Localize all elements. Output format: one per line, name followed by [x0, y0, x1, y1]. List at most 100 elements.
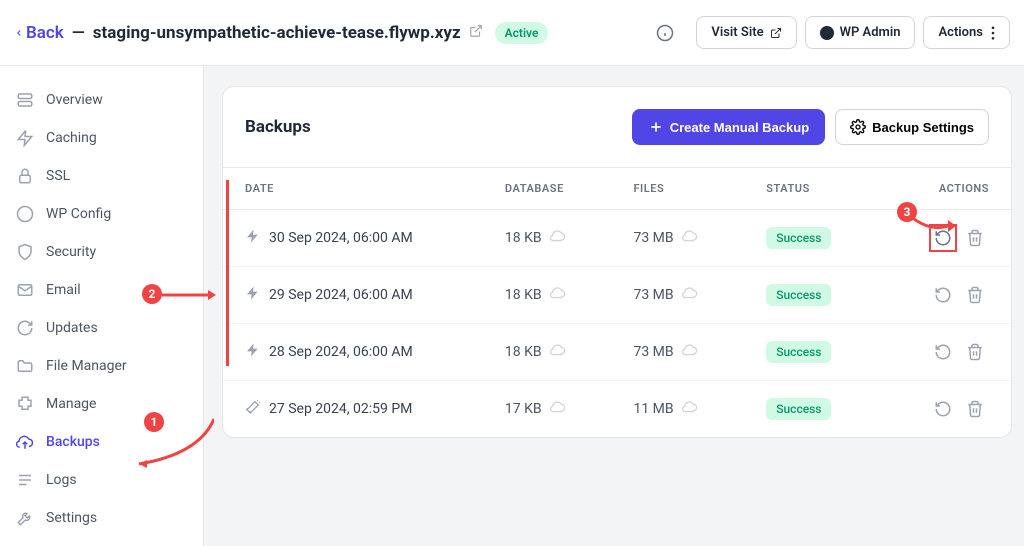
refresh-icon	[16, 319, 34, 337]
sidebar-item-label: Logs	[46, 472, 77, 488]
shield-icon	[16, 243, 34, 261]
sidebar-item-wp-config[interactable]: WP Config	[0, 195, 203, 233]
annotation-line	[226, 180, 229, 366]
download-icon[interactable]	[542, 228, 566, 248]
backup-type-icon	[245, 342, 269, 362]
kebab-icon	[991, 26, 995, 40]
download-icon[interactable]	[542, 285, 566, 305]
delete-button[interactable]	[961, 395, 989, 423]
restore-button[interactable]	[929, 338, 957, 366]
visit-site-button[interactable]: Visit Site	[696, 16, 796, 49]
table-row: 29 Sep 2024, 06:00 AM 18 KB 73 MB Success	[223, 267, 1011, 324]
backups-table: DATE DATABASE FILES STATUS ACTIONS 30 Se…	[223, 167, 1011, 437]
files-size: 73 MB	[633, 287, 673, 303]
status-badge: Active	[495, 22, 549, 44]
sidebar-item-label: SSL	[46, 168, 70, 184]
restore-button[interactable]	[929, 395, 957, 423]
db-size: 18 KB	[505, 230, 542, 246]
col-files: FILES	[611, 168, 744, 210]
status-badge: Success	[766, 398, 831, 420]
separator: —	[72, 23, 85, 43]
col-status: STATUS	[744, 168, 878, 210]
backup-date: 30 Sep 2024, 06:00 AM	[269, 230, 413, 246]
table-row: 27 Sep 2024, 02:59 PM 17 KB 11 MB Success	[223, 381, 1011, 438]
site-title: staging-unsympathetic-achieve-tease.flyw…	[93, 23, 461, 43]
db-size: 18 KB	[505, 344, 542, 360]
plus-icon	[648, 119, 664, 135]
sidebar-item-backups[interactable]: Backups	[0, 423, 203, 461]
backup-date: 28 Sep 2024, 06:00 AM	[269, 344, 413, 360]
back-button[interactable]: Back	[14, 23, 64, 43]
puzzle-icon	[16, 395, 34, 413]
sidebar-item-label: Manage	[46, 396, 96, 412]
lightning-icon	[16, 129, 34, 147]
download-icon[interactable]	[542, 342, 566, 362]
sidebar: Overview Caching SSL WP Config Security …	[0, 66, 204, 546]
sidebar-item-label: Overview	[46, 92, 103, 108]
backup-settings-button[interactable]: Backup Settings	[835, 109, 989, 145]
chevron-left-icon	[14, 25, 24, 41]
sidebar-item-label: Caching	[46, 130, 97, 146]
backup-type-icon	[245, 228, 269, 248]
sidebar-item-settings[interactable]: Settings	[0, 499, 203, 537]
sidebar-item-label: Security	[46, 244, 96, 260]
col-date: DATE	[223, 168, 483, 210]
sidebar-item-security[interactable]: Security	[0, 233, 203, 271]
info-icon[interactable]	[656, 24, 674, 42]
gear-icon	[850, 119, 866, 135]
download-icon[interactable]	[674, 228, 698, 248]
envelope-icon	[16, 281, 34, 299]
external-link-icon[interactable]	[469, 24, 483, 42]
delete-button[interactable]	[961, 224, 989, 252]
files-size: 73 MB	[633, 344, 673, 360]
backup-date: 27 Sep 2024, 02:59 PM	[269, 401, 412, 417]
delete-button[interactable]	[961, 338, 989, 366]
sidebar-item-label: Backups	[46, 434, 100, 450]
sidebar-item-email[interactable]: Email	[0, 271, 203, 309]
sidebar-item-updates[interactable]: Updates	[0, 309, 203, 347]
delete-button[interactable]	[961, 281, 989, 309]
backup-type-icon	[245, 285, 269, 305]
tools-icon	[16, 509, 34, 527]
download-icon[interactable]	[674, 399, 698, 419]
files-size: 73 MB	[633, 230, 673, 246]
sidebar-item-label: Email	[46, 282, 81, 298]
db-size: 18 KB	[505, 287, 542, 303]
backup-date: 29 Sep 2024, 06:00 AM	[269, 287, 413, 303]
sidebar-item-caching[interactable]: Caching	[0, 119, 203, 157]
files-size: 11 MB	[633, 401, 673, 417]
actions-dropdown[interactable]: Actions	[923, 16, 1010, 49]
backup-type-icon	[245, 399, 269, 419]
wp-admin-button[interactable]: WP Admin	[805, 16, 916, 49]
status-badge: Success	[766, 284, 831, 306]
sidebar-item-manage[interactable]: Manage	[0, 385, 203, 423]
col-actions: ACTIONS	[878, 168, 1011, 210]
wordpress-icon	[820, 26, 834, 40]
backups-panel: Backups Create Manual Backup Backup Sett…	[222, 86, 1012, 438]
status-badge: Success	[766, 227, 831, 249]
external-link-icon	[770, 27, 782, 39]
create-backup-button[interactable]: Create Manual Backup	[632, 109, 825, 145]
list-icon	[16, 471, 34, 489]
sidebar-item-ssl[interactable]: SSL	[0, 157, 203, 195]
status-badge: Success	[766, 341, 831, 363]
sidebar-item-label: WP Config	[46, 206, 111, 222]
panel-title: Backups	[245, 117, 632, 137]
table-row: 30 Sep 2024, 06:00 AM 18 KB 73 MB Success	[223, 210, 1011, 267]
sidebar-item-file-manager[interactable]: File Manager	[0, 347, 203, 385]
col-database: DATABASE	[483, 168, 612, 210]
sidebar-item-overview[interactable]: Overview	[0, 81, 203, 119]
db-size: 17 KB	[505, 401, 542, 417]
restore-button[interactable]	[929, 281, 957, 309]
sidebar-item-label: Settings	[46, 510, 97, 526]
restore-button[interactable]	[929, 224, 957, 252]
folder-icon	[16, 357, 34, 375]
wordpress-icon	[16, 205, 34, 223]
lock-icon	[16, 167, 34, 185]
sidebar-item-logs[interactable]: Logs	[0, 461, 203, 499]
cloud-upload-icon	[16, 433, 34, 451]
sidebar-item-label: Updates	[46, 320, 98, 336]
download-icon[interactable]	[674, 285, 698, 305]
download-icon[interactable]	[542, 399, 566, 419]
download-icon[interactable]	[674, 342, 698, 362]
